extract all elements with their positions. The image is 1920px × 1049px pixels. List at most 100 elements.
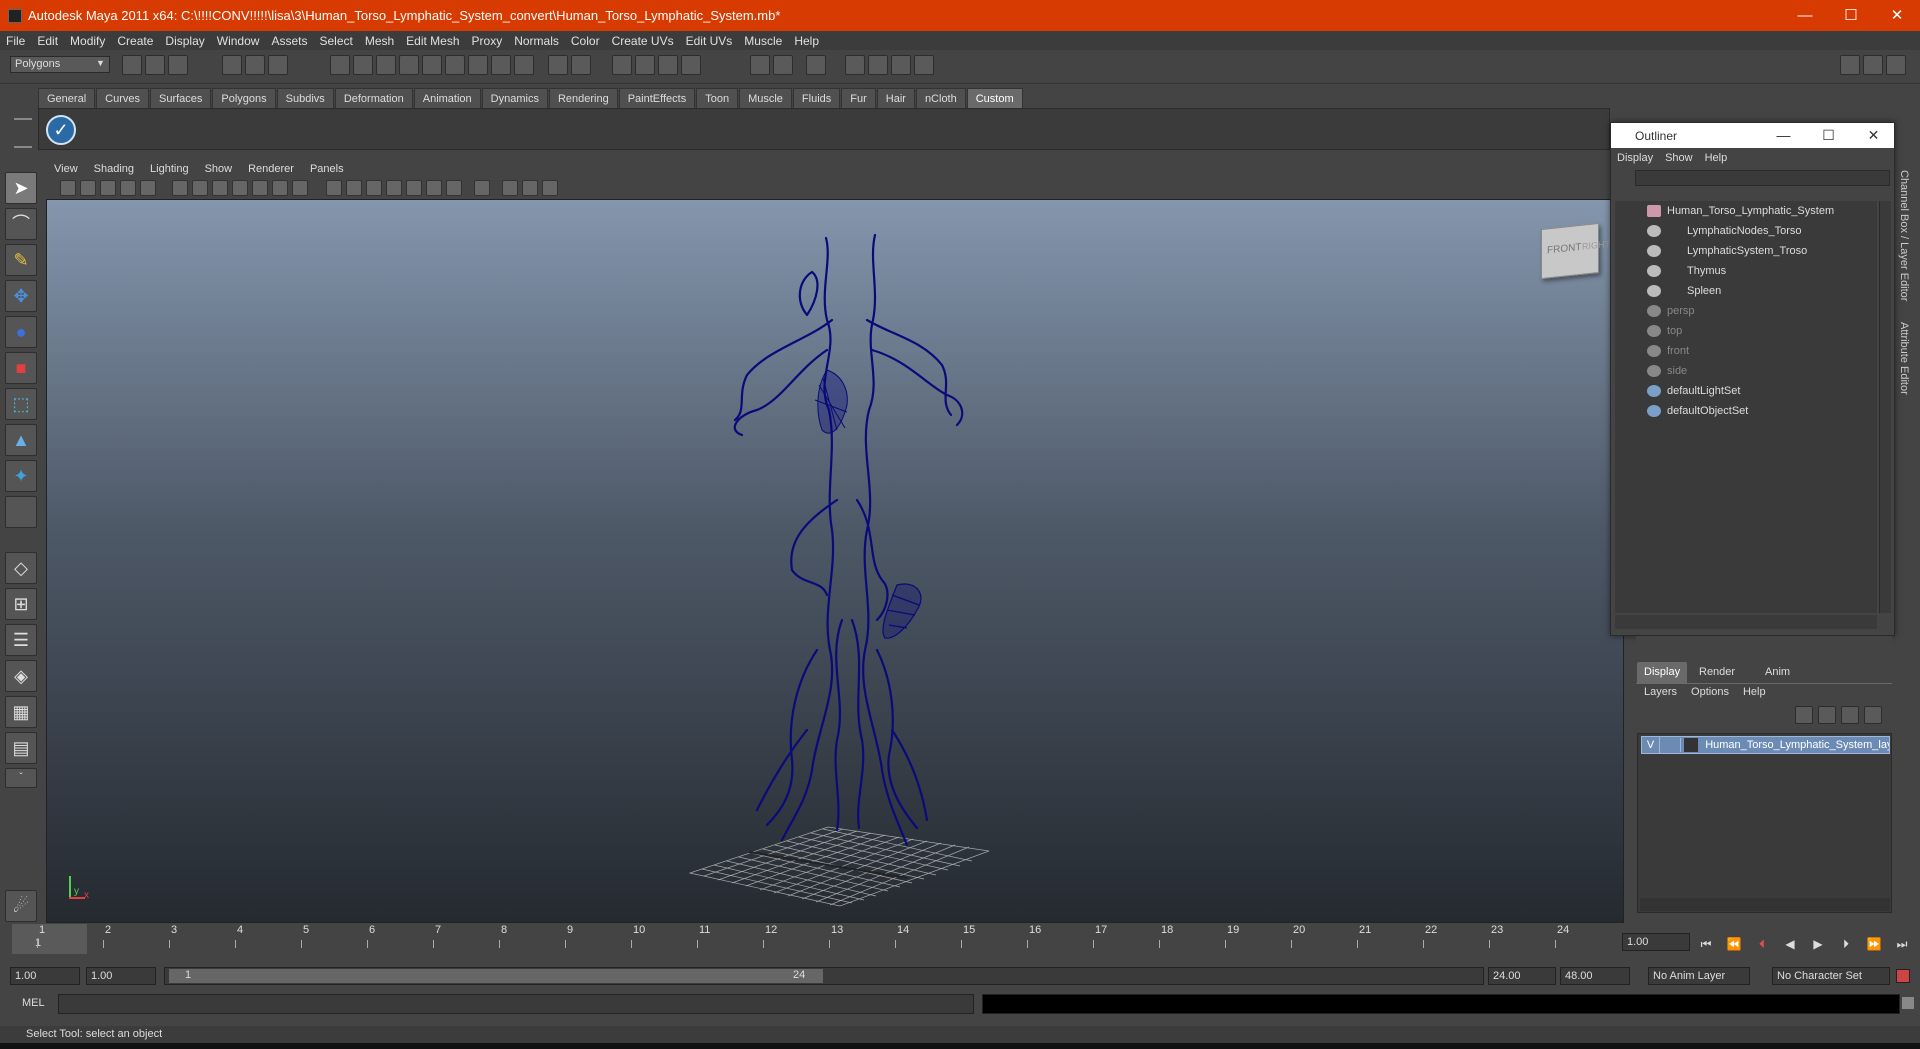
layer-visibility-toggle[interactable]: V bbox=[1642, 737, 1660, 753]
panel-menu-shading[interactable]: Shading bbox=[86, 163, 142, 175]
sphere-icon[interactable] bbox=[426, 180, 442, 196]
outliner-minimize-button[interactable]: — bbox=[1761, 123, 1806, 148]
sphere-gold-icon[interactable] bbox=[446, 180, 462, 196]
wireframe-on-shaded-icon[interactable] bbox=[212, 180, 228, 196]
menu-edit-uvs[interactable]: Edit UVs bbox=[680, 34, 739, 48]
outliner-item[interactable]: LymphaticNodes_Torso bbox=[1647, 221, 1802, 241]
step-forward-key-icon[interactable]: ⏩ bbox=[1866, 937, 1882, 953]
cube-shade-icon[interactable] bbox=[326, 180, 342, 196]
anim-layer-dropdown[interactable]: No Anim Layer bbox=[1648, 967, 1750, 985]
output-ops-icon[interactable] bbox=[773, 55, 793, 75]
snap-view-icon[interactable] bbox=[399, 55, 419, 75]
grid-toggle-icon[interactable] bbox=[120, 180, 136, 196]
question-icon[interactable] bbox=[514, 55, 534, 75]
perspective-viewport[interactable]: FRONT RIGHT y x bbox=[46, 199, 1624, 923]
play-forwards-icon[interactable]: ▶ bbox=[1810, 937, 1826, 953]
range-slider-handle[interactable]: 1 24 bbox=[169, 969, 823, 983]
cube-wire-icon[interactable] bbox=[366, 180, 382, 196]
use-all-lights-icon[interactable] bbox=[252, 180, 268, 196]
shelf-tab-rendering[interactable]: Rendering bbox=[548, 88, 618, 108]
menu-select[interactable]: Select bbox=[313, 34, 358, 48]
menu-muscle[interactable]: Muscle bbox=[738, 34, 788, 48]
help-toggle-icon[interactable]: ☄ bbox=[5, 890, 37, 922]
maximize-button[interactable]: ☐ bbox=[1828, 0, 1874, 31]
menu-file[interactable]: File bbox=[0, 34, 31, 48]
panel-menu-show[interactable]: Show bbox=[197, 163, 241, 175]
graph-layout-icon[interactable]: ◈ bbox=[5, 660, 37, 692]
outliner-close-button[interactable]: ✕ bbox=[1851, 123, 1896, 148]
outliner-horizontal-scrollbar[interactable] bbox=[1615, 615, 1877, 629]
camera-attributes-icon[interactable] bbox=[60, 180, 76, 196]
shelf-tab-animation[interactable]: Animation bbox=[413, 88, 481, 108]
panel-menu-view[interactable]: View bbox=[46, 163, 86, 175]
script-editor-icon[interactable] bbox=[1902, 997, 1914, 1009]
gear-icon[interactable] bbox=[868, 55, 888, 75]
backface-icon[interactable] bbox=[522, 180, 538, 196]
new-layer-selected-icon[interactable] bbox=[1818, 706, 1836, 724]
panel-menu-renderer[interactable]: Renderer bbox=[240, 163, 302, 175]
outliner-item[interactable]: Spleen bbox=[1647, 281, 1721, 301]
shelf-tab-general[interactable]: General bbox=[38, 88, 96, 108]
shelf-tab-hair[interactable]: Hair bbox=[876, 88, 915, 108]
current-frame-field[interactable]: 1.00 bbox=[1622, 933, 1690, 951]
bookmark-icon[interactable] bbox=[80, 180, 96, 196]
character-set-dropdown[interactable]: No Character Set bbox=[1772, 967, 1890, 985]
wireframe-icon[interactable] bbox=[172, 180, 188, 196]
hypershade-layout-icon[interactable]: ▦ bbox=[5, 696, 37, 728]
manipulator-tool-icon[interactable]: ⬚ bbox=[5, 388, 37, 420]
menu-create[interactable]: Create bbox=[111, 34, 159, 48]
show-manipulator-tool-icon[interactable]: ✦ bbox=[5, 460, 37, 492]
layer-menu-options[interactable]: Options bbox=[1691, 686, 1729, 702]
menu-modify[interactable]: Modify bbox=[64, 34, 111, 48]
outliner-item[interactable]: top bbox=[1647, 321, 1682, 341]
frame-selection-icon[interactable] bbox=[140, 180, 156, 196]
layer-settings-icon[interactable] bbox=[1864, 706, 1882, 724]
step-forward-frame-icon[interactable]: ⏵ bbox=[1838, 937, 1854, 953]
command-input[interactable] bbox=[58, 994, 974, 1014]
history-icon[interactable] bbox=[468, 55, 488, 75]
current-time-marker[interactable] bbox=[12, 924, 87, 954]
outliner-layout-icon[interactable]: ☰ bbox=[5, 624, 37, 656]
single-perspective-layout-icon[interactable]: ◇ bbox=[5, 552, 37, 584]
sequence-icon[interactable] bbox=[914, 55, 934, 75]
isolate-select-icon[interactable] bbox=[474, 180, 490, 196]
shelf-tab-muscle[interactable]: Muscle bbox=[739, 88, 792, 108]
go-to-start-icon[interactable]: ⏮ bbox=[1698, 937, 1714, 953]
menu-edit[interactable]: Edit bbox=[31, 34, 64, 48]
render-settings-icon[interactable] bbox=[681, 55, 701, 75]
tool-settings-toggle-icon[interactable] bbox=[1886, 55, 1906, 75]
snap-point-icon[interactable] bbox=[376, 55, 396, 75]
shelf-tab-curves[interactable]: Curves bbox=[96, 88, 149, 108]
outliner-menu-help[interactable]: Help bbox=[1699, 152, 1734, 164]
outliner-filter-field[interactable] bbox=[1635, 170, 1890, 186]
outliner-menu-display[interactable]: Display bbox=[1611, 152, 1659, 164]
menu-edit-mesh[interactable]: Edit Mesh bbox=[400, 34, 465, 48]
select-lock-icon[interactable] bbox=[571, 55, 591, 75]
layer-color-swatch[interactable] bbox=[1684, 738, 1699, 753]
outliner-item[interactable]: front bbox=[1647, 341, 1689, 361]
play-backwards-icon[interactable]: ◀ bbox=[1782, 937, 1798, 953]
menu-help[interactable]: Help bbox=[788, 34, 825, 48]
snap-surface-icon[interactable] bbox=[422, 55, 442, 75]
save-scene-icon[interactable] bbox=[168, 55, 188, 75]
outliner-item[interactable]: Thymus bbox=[1647, 261, 1726, 281]
checkmark-icon[interactable]: ✓ bbox=[46, 115, 76, 145]
shelf-tab-toon[interactable]: Toon bbox=[696, 88, 739, 108]
attribute-editor-toggle-icon[interactable] bbox=[1863, 55, 1883, 75]
query-icon[interactable] bbox=[445, 55, 465, 75]
mode-selector[interactable]: Polygons bbox=[10, 56, 110, 73]
clipboard-icon[interactable] bbox=[806, 55, 826, 75]
go-to-end-icon[interactable]: ⏭ bbox=[1894, 937, 1910, 953]
shelf-tab-subdivs[interactable]: Subdivs bbox=[276, 88, 334, 108]
layer-tab-anim[interactable]: Anim bbox=[1758, 662, 1797, 683]
panel-menu-panels[interactable]: Panels bbox=[302, 163, 352, 175]
toggle-panel-icon[interactable] bbox=[891, 55, 911, 75]
rotate-tool-icon[interactable]: ● bbox=[5, 316, 37, 348]
shadows-icon[interactable] bbox=[272, 180, 288, 196]
image-plane-icon[interactable] bbox=[100, 180, 116, 196]
menu-window[interactable]: Window bbox=[211, 34, 266, 48]
animation-end-field[interactable]: 48.00 bbox=[1560, 967, 1630, 985]
shelf-tab-fluids[interactable]: Fluids bbox=[792, 88, 841, 108]
select-object-icon[interactable] bbox=[245, 55, 265, 75]
share-icon[interactable] bbox=[542, 180, 558, 196]
